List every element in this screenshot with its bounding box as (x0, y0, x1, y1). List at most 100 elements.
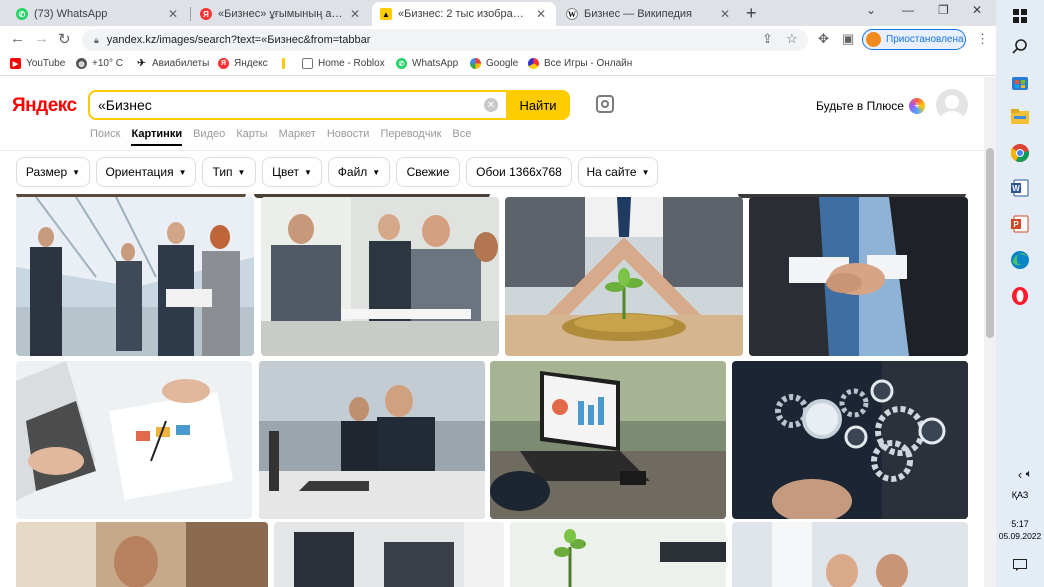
google-icon (470, 58, 481, 69)
clear-icon[interactable]: ✕ (484, 98, 498, 112)
menu-icon[interactable]: ⋮ (976, 31, 989, 47)
side-panel-icon[interactable]: ▣ (842, 31, 854, 47)
browser-window: ✆ (73) WhatsApp ✕ Я «Бизнес» ұғымының ан… (0, 0, 996, 587)
laptop-charts-image (16, 361, 252, 519)
search-icon[interactable] (1008, 34, 1032, 58)
image-thumbnail[interactable] (16, 361, 252, 519)
bookmark-yandex[interactable]: Я Яндекс (218, 58, 268, 69)
bookmark-separator (282, 58, 290, 69)
search-input[interactable] (90, 97, 470, 113)
service-maps[interactable]: Карты (236, 128, 267, 140)
bookmark-games[interactable]: Все Игры - Онлайн (528, 58, 632, 69)
yandex-logo[interactable]: Яндекс (12, 95, 77, 117)
edge-icon[interactable] (1008, 248, 1032, 272)
filter-size[interactable]: Размер ▼ (16, 157, 90, 187)
file-explorer-icon[interactable] (1008, 105, 1032, 129)
image-thumbnail[interactable] (732, 361, 968, 519)
close-icon[interactable]: ✕ (166, 7, 180, 21)
image-thumbnail[interactable] (510, 522, 726, 587)
bookmark-avia[interactable]: ✈ Авиабилеты (136, 58, 209, 69)
windows-start-icon[interactable] (1008, 4, 1032, 28)
chrome-icon[interactable] (1008, 141, 1032, 165)
bookmark-weather[interactable]: ◍ +10° C (76, 58, 123, 69)
image-thumbnail[interactable] (261, 197, 499, 356)
image-thumbnail[interactable] (16, 197, 254, 356)
man-office-image (16, 522, 268, 587)
filter-wallpaper[interactable]: Обои 1366x768 (466, 157, 572, 187)
image-thumbnail[interactable] (274, 522, 504, 587)
store-icon[interactable] (1008, 70, 1032, 94)
opera-icon[interactable] (1008, 284, 1032, 308)
tab-search-icon[interactable]: ⌄ (866, 3, 876, 17)
image-thumbnail[interactable] (505, 197, 743, 356)
filter-type[interactable]: Тип ▼ (202, 157, 256, 187)
games-icon (528, 58, 539, 69)
image-thumbnail[interactable] (16, 522, 268, 587)
bookmark-roblox[interactable]: Home - Roblox (302, 58, 385, 69)
bookmark-star-icon[interactable]: ☆ (786, 31, 798, 47)
yandex-images-page: Яндекс ✕ Найти Будьте в Плюсе + Поиск Ка… (0, 77, 996, 587)
profile-button[interactable]: Приостановлена (862, 29, 966, 50)
filter-color[interactable]: Цвет ▼ (262, 157, 322, 187)
new-tab-button[interactable]: + (746, 4, 757, 22)
divider-icon (282, 58, 285, 69)
camera-search-icon[interactable] (596, 95, 614, 113)
bookmark-label: Авиабилеты (152, 58, 210, 69)
tab-yandex-definition[interactable]: Я «Бизнес» ұғымының анықтамас ✕ (192, 2, 370, 26)
search-button[interactable]: Найти (506, 90, 570, 120)
service-news[interactable]: Новости (327, 128, 370, 140)
laptop-dashboard-image (490, 361, 726, 519)
address-bar[interactable]: 🔒︎ yandex.kz/images/search?text=«Бизнес&… (82, 29, 808, 51)
team-laptop-image (274, 522, 504, 587)
tab-wikipedia[interactable]: W Бизнес — Википедия ✕ (558, 2, 740, 26)
extensions-icon[interactable]: ✥ (818, 31, 829, 47)
tab-yandex-images[interactable]: ▲ «Бизнес: 2 тыс изображений на ✕ (372, 2, 556, 26)
service-images[interactable]: Картинки (131, 128, 182, 146)
filter-fresh[interactable]: Свежие (396, 157, 460, 187)
bookmark-label: +10° C (92, 58, 123, 69)
image-thumbnail[interactable] (749, 197, 968, 356)
image-thumbnail[interactable] (490, 361, 726, 519)
share-icon[interactable]: ⇪ (762, 31, 773, 47)
image-thumbnail[interactable] (259, 361, 485, 519)
word-icon[interactable]: W (1008, 176, 1032, 200)
filter-file[interactable]: Файл ▼ (328, 157, 390, 187)
back-button[interactable]: ← (10, 30, 25, 47)
tab-strip: ✆ (73) WhatsApp ✕ Я «Бизнес» ұғымының ан… (0, 0, 996, 26)
service-market[interactable]: Маркет (279, 128, 316, 140)
clock-date[interactable]: 05.09.2022 (996, 531, 1044, 541)
minimize-button[interactable]: — (902, 3, 914, 17)
plus-promo[interactable]: Будьте в Плюсе + (816, 98, 925, 114)
speaker-icon[interactable]: 🔈︎ (1022, 462, 1036, 486)
filter-orientation[interactable]: Ориентация ▼ (96, 157, 196, 187)
bookmark-youtube[interactable]: ▶ YouTube (10, 58, 65, 69)
service-translate[interactable]: Переводчик (380, 128, 441, 140)
close-icon[interactable]: ✕ (534, 7, 548, 21)
hands-plant-coins-image (505, 197, 743, 356)
service-search[interactable]: Поиск (90, 128, 120, 140)
bookmark-whatsapp[interactable]: ✆ WhatsApp (396, 58, 458, 69)
bookmark-label: Все Игры - Онлайн (544, 58, 633, 69)
scrollbar-thumb[interactable] (986, 148, 994, 338)
search-box: ✕ Найти (88, 90, 570, 120)
filter-label: Свежие (406, 165, 450, 179)
bookmark-google[interactable]: Google (470, 58, 518, 69)
forward-button[interactable]: → (34, 30, 49, 47)
language-indicator[interactable]: ҚАЗ (996, 490, 1044, 500)
notifications-icon[interactable] (1008, 553, 1032, 577)
clock-time[interactable]: 5:17 (996, 519, 1044, 529)
businessmen-laptop-image (259, 361, 485, 519)
image-thumbnail[interactable] (732, 522, 968, 587)
restore-button[interactable]: ❐ (938, 3, 949, 17)
close-window-button[interactable]: ✕ (972, 3, 982, 17)
close-icon[interactable]: ✕ (718, 7, 732, 21)
user-avatar[interactable] (936, 89, 968, 121)
reload-button[interactable]: ↻ (58, 30, 71, 48)
powerpoint-icon[interactable]: P (1008, 212, 1032, 236)
tab-whatsapp[interactable]: ✆ (73) WhatsApp ✕ (8, 2, 188, 26)
close-icon[interactable]: ✕ (348, 7, 362, 21)
service-video[interactable]: Видео (193, 128, 225, 140)
filter-bar: Размер ▼ Ориентация ▼ Тип ▼ Цвет ▼ Файл ▼ Све… (0, 150, 996, 194)
filter-site[interactable]: На сайте ▼ (578, 157, 658, 187)
service-all[interactable]: Все (452, 128, 471, 140)
